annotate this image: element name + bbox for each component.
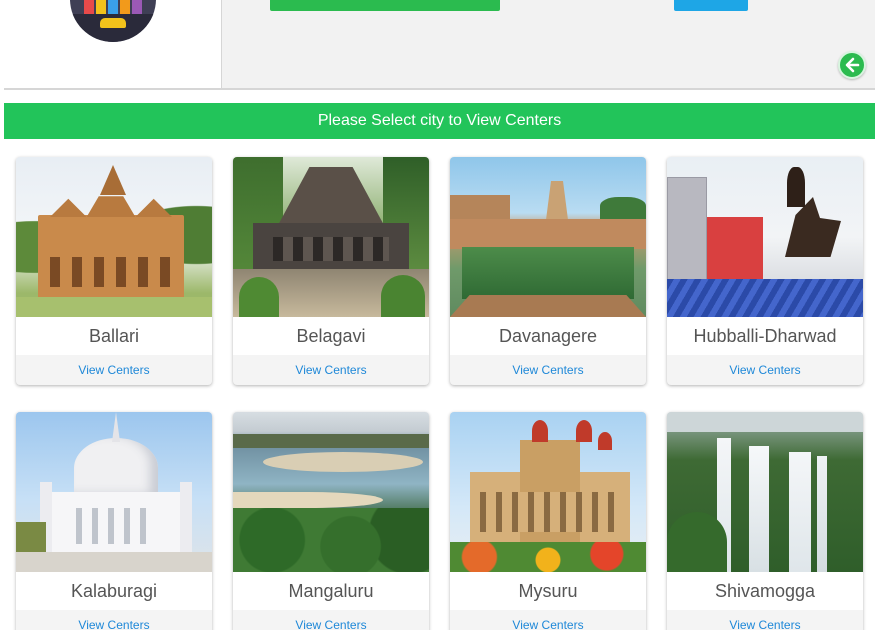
city-name: Shivamogga bbox=[667, 572, 863, 610]
banner-text: Please Select city to View Centers bbox=[317, 112, 562, 129]
city-card-mysuru[interactable]: Mysuru View Centers bbox=[450, 412, 646, 630]
view-centers-link[interactable]: View Centers bbox=[450, 355, 646, 385]
view-centers-link[interactable]: View Centers bbox=[16, 355, 212, 385]
city-name: Hubballi-Dharwad bbox=[667, 317, 863, 355]
car-icon bbox=[100, 18, 126, 28]
city-photo-belagavi bbox=[233, 157, 429, 317]
city-name: Mangaluru bbox=[233, 572, 429, 610]
city-card-shivamogga[interactable]: Shivamogga View Centers bbox=[667, 412, 863, 630]
city-card-mangaluru[interactable]: Mangaluru View Centers bbox=[233, 412, 429, 630]
city-photo-mangaluru bbox=[233, 412, 429, 572]
view-centers-link[interactable]: View Centers bbox=[667, 355, 863, 385]
city-photo-mysuru bbox=[450, 412, 646, 572]
view-centers-link[interactable]: View Centers bbox=[16, 610, 212, 630]
city-photo-shivamogga bbox=[667, 412, 863, 572]
site-logo[interactable] bbox=[70, 0, 156, 42]
city-name: Kalaburagi bbox=[16, 572, 212, 610]
city-name: Belagavi bbox=[233, 317, 429, 355]
top-green-button[interactable] bbox=[270, 0, 500, 11]
header-bar bbox=[4, 0, 875, 90]
city-card-hubballi-dharwad[interactable]: Hubballi-Dharwad View Centers bbox=[667, 157, 863, 385]
city-card-davanagere[interactable]: Davanagere View Centers bbox=[450, 157, 646, 385]
city-name: Ballari bbox=[16, 317, 212, 355]
city-name: Mysuru bbox=[450, 572, 646, 610]
city-card-ballari[interactable]: Ballari View Centers bbox=[16, 157, 212, 385]
city-card-kalaburagi[interactable]: Kalaburagi View Centers bbox=[16, 412, 212, 630]
city-photo-hubballi-dharwad bbox=[667, 157, 863, 317]
logo-panel bbox=[4, 0, 222, 88]
select-city-banner: Please Select city to View Centers bbox=[4, 103, 875, 139]
view-centers-link[interactable]: View Centers bbox=[667, 610, 863, 630]
view-centers-link[interactable]: View Centers bbox=[233, 355, 429, 385]
city-name: Davanagere bbox=[450, 317, 646, 355]
back-button[interactable] bbox=[838, 51, 866, 79]
view-centers-link[interactable]: View Centers bbox=[233, 610, 429, 630]
view-centers-link[interactable]: View Centers bbox=[450, 610, 646, 630]
arrow-left-icon bbox=[845, 57, 860, 73]
city-photo-kalaburagi bbox=[16, 412, 212, 572]
city-photo-davanagere bbox=[450, 157, 646, 317]
city-photo-ballari bbox=[16, 157, 212, 317]
top-blue-button[interactable] bbox=[674, 0, 748, 11]
city-card-belagavi[interactable]: Belagavi View Centers bbox=[233, 157, 429, 385]
